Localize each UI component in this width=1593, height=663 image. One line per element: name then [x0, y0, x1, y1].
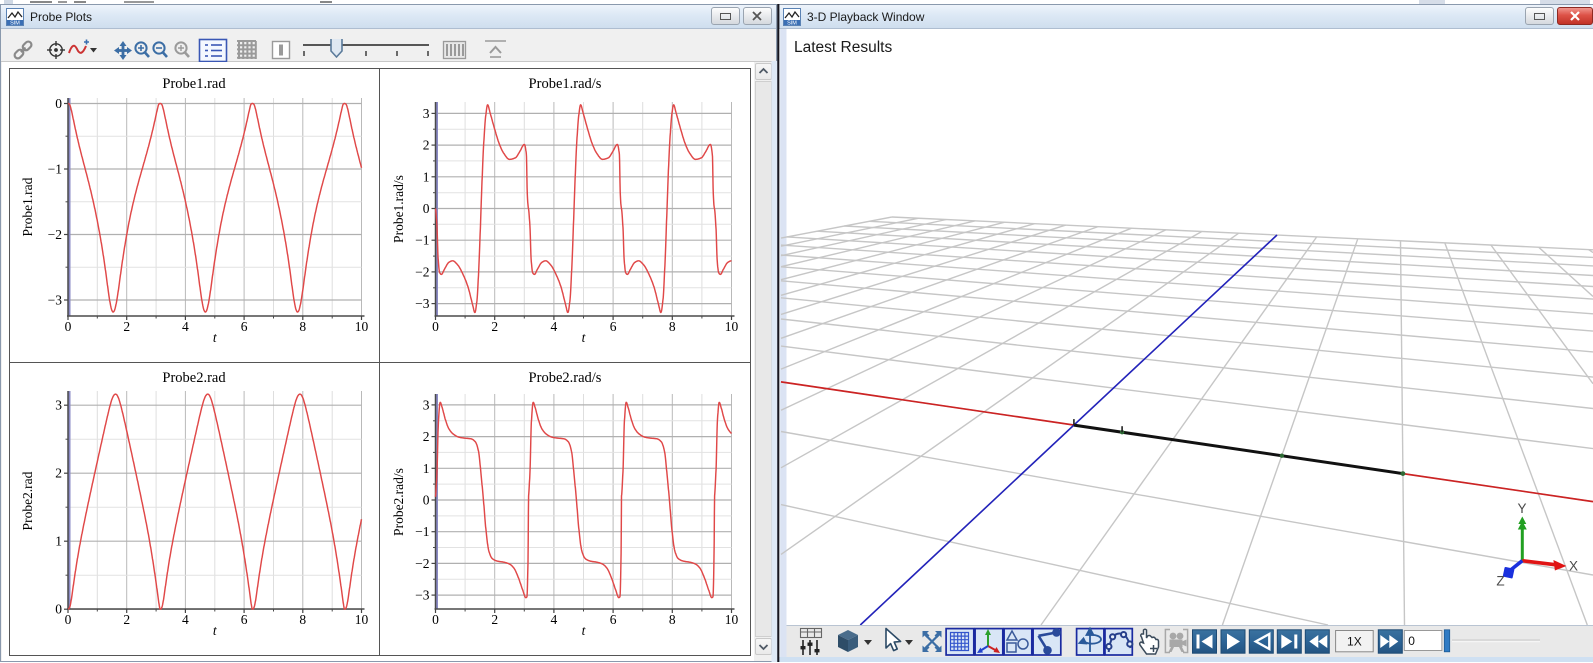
svg-text:4: 4 — [182, 612, 189, 627]
svg-text:2: 2 — [123, 612, 130, 627]
svg-text:2: 2 — [423, 138, 430, 153]
svg-text:3: 3 — [55, 398, 62, 413]
svg-text:10: 10 — [725, 612, 739, 627]
svg-text:8: 8 — [299, 612, 306, 627]
svg-text:2: 2 — [491, 319, 498, 334]
svg-text:Probe1.rad: Probe1.rad — [162, 76, 226, 92]
svg-text:4: 4 — [551, 612, 558, 627]
svg-text:6: 6 — [241, 319, 248, 334]
svg-text:SIM: SIM — [787, 20, 797, 26]
svg-text:−3: −3 — [48, 293, 63, 308]
svg-text:2: 2 — [423, 429, 430, 444]
svg-text:−3: −3 — [415, 296, 430, 311]
svg-text:−2: −2 — [415, 556, 429, 571]
svg-text:6: 6 — [610, 319, 617, 334]
svg-text:1: 1 — [423, 461, 430, 476]
svg-text:3: 3 — [423, 106, 430, 121]
svg-text:10: 10 — [355, 612, 369, 627]
svg-text:6: 6 — [241, 612, 248, 627]
svg-text:Probe2.rad/s: Probe2.rad/s — [391, 468, 406, 536]
svg-text:0: 0 — [432, 612, 439, 627]
svg-text:10: 10 — [725, 319, 739, 334]
svg-text:−2: −2 — [415, 264, 429, 279]
svg-text:8: 8 — [669, 319, 676, 334]
svg-text:2: 2 — [123, 319, 130, 334]
svg-text:−1: −1 — [415, 524, 429, 539]
svg-text:Probe1.rad/s: Probe1.rad/s — [391, 175, 406, 243]
svg-text:1: 1 — [423, 169, 430, 184]
svg-text:0: 0 — [432, 319, 439, 334]
svg-text:Probe2.rad: Probe2.rad — [162, 370, 226, 386]
svg-text:2: 2 — [55, 466, 62, 481]
svg-text:0: 0 — [55, 602, 62, 617]
svg-text:0: 0 — [65, 612, 72, 627]
svg-text:0: 0 — [65, 319, 72, 334]
svg-text:10: 10 — [355, 319, 369, 334]
svg-text:2: 2 — [491, 612, 498, 627]
svg-text:t: t — [582, 330, 587, 345]
svg-text:−3: −3 — [415, 588, 430, 603]
svg-text:Probe2.rad/s: Probe2.rad/s — [529, 370, 602, 386]
svg-text:4: 4 — [551, 319, 558, 334]
svg-text:Probe1.rad/s: Probe1.rad/s — [529, 76, 602, 92]
svg-text:0: 0 — [423, 201, 430, 216]
svg-text:t: t — [582, 623, 587, 638]
svg-text:1: 1 — [55, 534, 62, 549]
svg-text:−1: −1 — [48, 162, 62, 177]
svg-text:6: 6 — [610, 612, 617, 627]
svg-text:3: 3 — [423, 397, 430, 412]
svg-text:Probe2.rad: Probe2.rad — [20, 471, 35, 530]
svg-text:−1: −1 — [415, 233, 429, 248]
svg-text:t: t — [213, 623, 218, 638]
svg-text:0: 0 — [423, 493, 430, 508]
svg-text:8: 8 — [299, 319, 306, 334]
svg-text:0: 0 — [55, 96, 62, 111]
svg-text:t: t — [213, 330, 218, 345]
svg-text:−2: −2 — [48, 227, 62, 242]
svg-text:Probe1.rad: Probe1.rad — [20, 177, 35, 236]
svg-text:8: 8 — [669, 612, 676, 627]
svg-text:4: 4 — [182, 319, 189, 334]
